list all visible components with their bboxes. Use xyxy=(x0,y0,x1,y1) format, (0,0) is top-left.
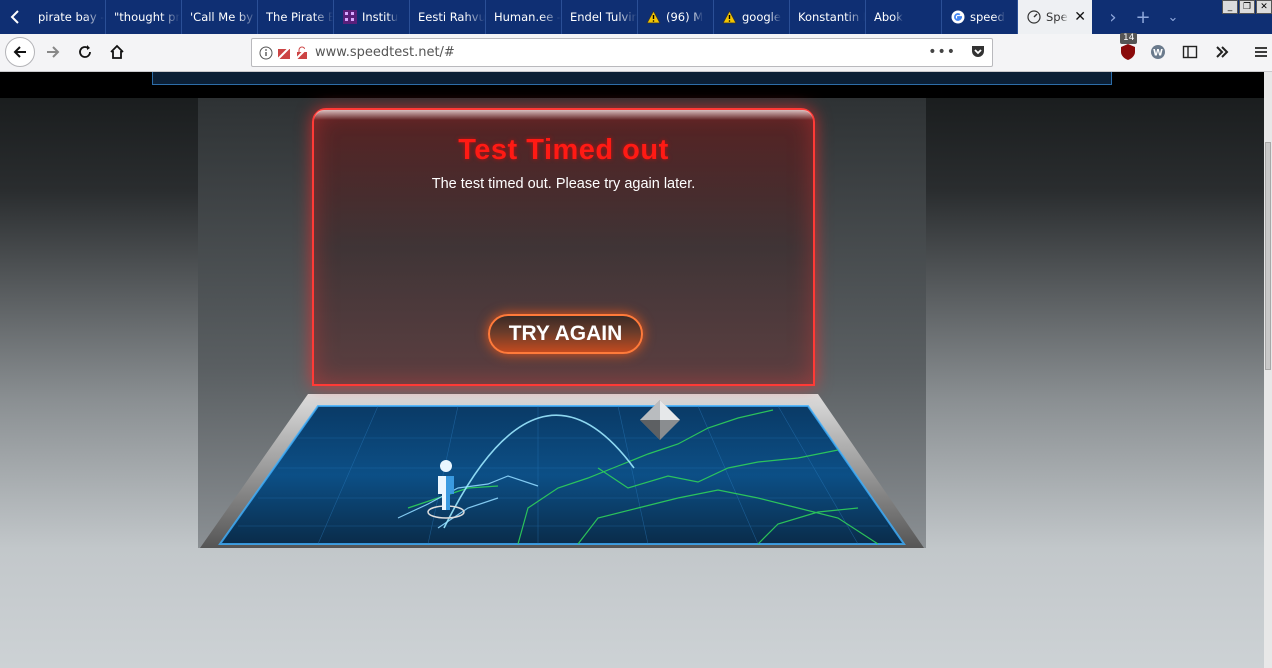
tab-8[interactable]: (96) M xyxy=(638,0,714,34)
tab-scroll-right-button[interactable]: › xyxy=(1098,7,1128,28)
forward-button[interactable] xyxy=(38,37,68,67)
tab-10[interactable]: Konstantin I xyxy=(790,0,866,34)
page-scrollbar[interactable] xyxy=(1264,72,1272,668)
extension-badge: 14 xyxy=(1120,33,1138,44)
tab-active[interactable]: Spe ✕ xyxy=(1018,0,1092,34)
arrow-left-icon xyxy=(13,46,26,58)
warning-icon xyxy=(646,10,661,25)
new-tab-button[interactable]: + xyxy=(1128,7,1158,28)
error-message: The test timed out. Please try again lat… xyxy=(431,176,696,192)
restore-button[interactable]: ❐ xyxy=(1239,0,1255,14)
shield-icon xyxy=(1121,44,1135,60)
page-actions-menu-icon[interactable]: ••• xyxy=(928,44,956,60)
tab-label: google xyxy=(742,10,781,24)
pocket-icon[interactable] xyxy=(970,44,986,60)
speedtest-stage: Test Timed out The test timed out. Pleas… xyxy=(198,98,926,548)
back-button[interactable] xyxy=(5,37,35,67)
tab-label: Human.ee - xyxy=(494,10,561,24)
minimize-button[interactable]: _ xyxy=(1222,0,1238,14)
sidebar-icon xyxy=(1182,45,1198,59)
double-chevron-right-icon xyxy=(1216,46,1229,58)
tab-label: Institu xyxy=(362,10,399,24)
mixed-content-icon[interactable] xyxy=(295,45,309,60)
tab-label: (96) M xyxy=(666,10,704,24)
w-extension-icon: W xyxy=(1151,45,1165,59)
speedometer-icon xyxy=(1026,10,1041,25)
try-again-button[interactable]: TRY AGAIN xyxy=(488,314,643,354)
reload-icon xyxy=(79,45,91,58)
close-tab-icon[interactable]: ✕ xyxy=(1074,9,1086,25)
tab-label: speed xyxy=(970,10,1005,24)
tab-label: Eesti Rahvu xyxy=(418,10,485,24)
tab-label: 'Call Me by Y xyxy=(190,10,257,24)
tab-label: Endel Tulvin xyxy=(570,10,637,24)
tab-label: "thought pr xyxy=(114,10,181,24)
tab-7[interactable]: Endel Tulvin xyxy=(562,0,638,34)
tab-4[interactable]: Institu xyxy=(334,0,410,34)
chevron-left-icon xyxy=(10,10,19,24)
home-button[interactable] xyxy=(102,37,132,67)
active-tab-label: Spe xyxy=(1046,10,1068,24)
sidebar-toggle-button[interactable] xyxy=(1175,37,1205,67)
tab-list-dropdown-button[interactable]: ⌄ xyxy=(1158,10,1188,25)
error-panel: Test Timed out The test timed out. Pleas… xyxy=(312,108,815,386)
url-bar[interactable]: www.speedtest.net/# ••• xyxy=(251,38,993,67)
svg-text:W: W xyxy=(1153,49,1163,59)
tab-1[interactable]: "thought pr xyxy=(106,0,182,34)
tab-11[interactable]: Abok xyxy=(866,0,942,34)
tab-0[interactable]: pirate bay - xyxy=(30,0,106,34)
home-icon xyxy=(110,44,124,59)
window-controls: _ ❐ ✕ xyxy=(1222,0,1272,14)
insecure-form-icon[interactable] xyxy=(277,45,291,60)
tab-scroll-left-button[interactable] xyxy=(0,0,30,34)
tab-label: Konstantin I xyxy=(798,10,865,24)
ublock-extension-button[interactable]: 14 xyxy=(1113,33,1143,67)
url-text: www.speedtest.net/# xyxy=(315,45,455,60)
server-location-icon xyxy=(640,400,680,440)
info-icon[interactable] xyxy=(259,46,273,60)
reload-button[interactable] xyxy=(70,37,100,67)
main-menu-button[interactable] xyxy=(1246,37,1272,67)
tab-label: Abok xyxy=(874,10,903,24)
site-header-band xyxy=(0,72,1264,98)
scrollbar-thumb[interactable] xyxy=(1265,142,1271,370)
page-content: Test Timed out The test timed out. Pleas… xyxy=(0,72,1264,668)
tab-label: pirate bay - xyxy=(38,10,105,24)
tab-5[interactable]: Eesti Rahvu xyxy=(410,0,486,34)
error-title: Test Timed out xyxy=(458,134,669,166)
overflow-menu-button[interactable] xyxy=(1207,37,1237,67)
navigation-toolbar: www.speedtest.net/# ••• 14 W xyxy=(0,33,1272,72)
tab-9[interactable]: google xyxy=(714,0,790,34)
extension-w-button[interactable]: W xyxy=(1143,37,1173,67)
arrow-right-icon xyxy=(47,46,60,58)
purple-grid-icon xyxy=(342,10,357,25)
google-icon xyxy=(950,10,965,25)
hamburger-menu-icon xyxy=(1255,47,1267,57)
tab-3[interactable]: The Pirate B xyxy=(258,0,334,34)
map-platform xyxy=(200,394,924,548)
tab-6[interactable]: Human.ee - xyxy=(486,0,562,34)
user-location-icon xyxy=(427,460,465,519)
tab-2[interactable]: 'Call Me by Y xyxy=(182,0,258,34)
warning-icon xyxy=(722,10,737,25)
tab-12[interactable]: speed xyxy=(942,0,1018,34)
tab-strip: pirate bay - "thought pr 'Call Me by Y The … xyxy=(0,0,1272,34)
close-window-button[interactable]: ✕ xyxy=(1256,0,1272,14)
tab-label: The Pirate B xyxy=(266,10,333,24)
